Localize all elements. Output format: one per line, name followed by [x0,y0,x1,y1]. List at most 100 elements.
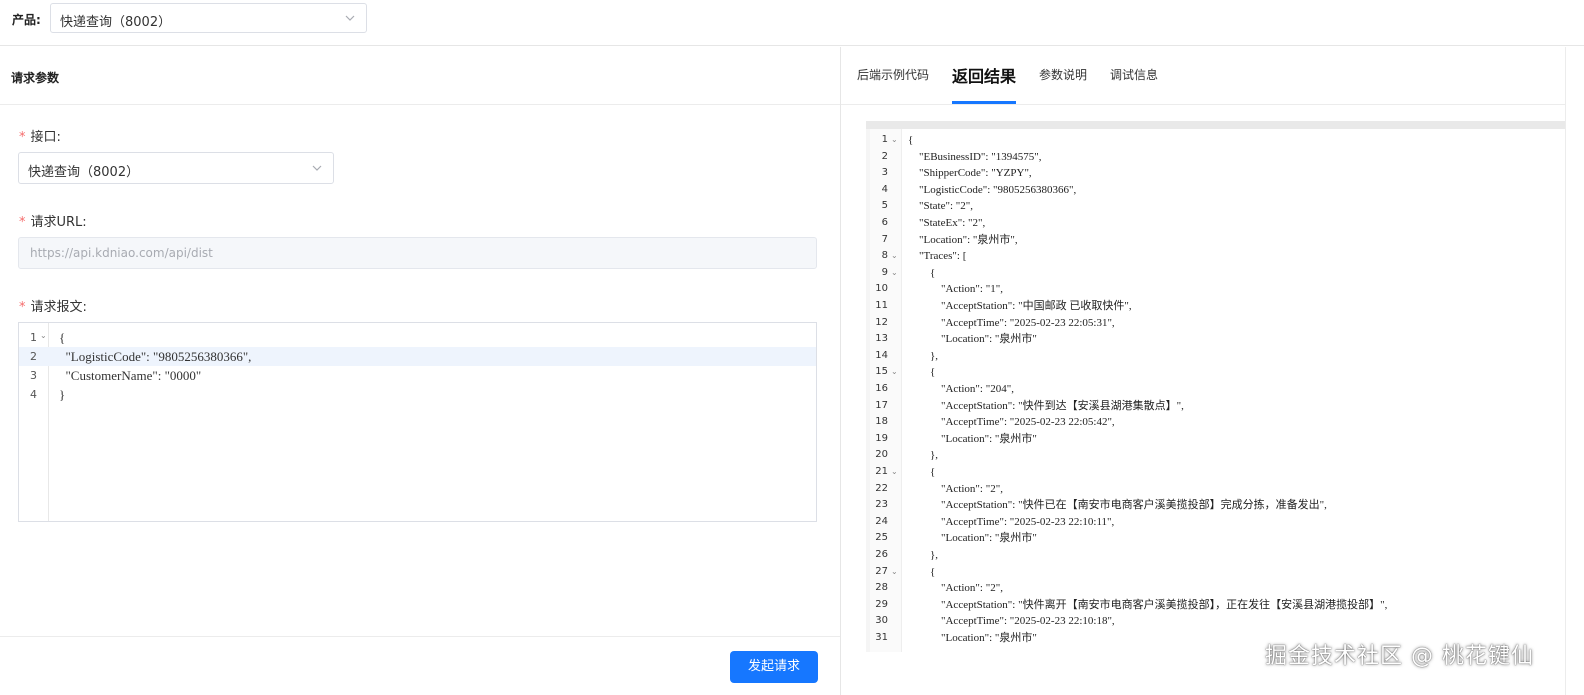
code-text: "Location": "泉州市" [908,532,1037,545]
product-select-value: 快递查询（8002） [60,15,172,30]
required-star: * [19,130,26,145]
required-star: * [19,300,26,315]
code-line: 2 "EBusinessID": "1394575", [870,149,1565,166]
line-number: 4 [881,183,888,195]
tab-parameter-description[interactable]: 参数说明 [1039,66,1087,83]
code-text: "AcceptTime": "2025-02-23 22:10:11", [908,515,1115,528]
fold-toggle-icon[interactable]: ⌄ [891,364,898,381]
code-text: }, [908,349,939,362]
line-number: 15 [875,366,888,378]
code-line: 19 "Location": "泉州市" [870,431,1565,448]
code-text: } [59,387,66,402]
code-line: 28 "Action": "2", [870,580,1565,597]
line-number: 10 [875,283,888,295]
code-line: 7 "Location": "泉州市", [870,232,1565,249]
body-field-label: * 请求报文: [19,300,87,315]
code-text: "AcceptTime": "2025-02-23 22:05:31", [908,316,1115,329]
result-json-viewer[interactable]: 1 ⌄{2 "EBusinessID": "1394575", 3 "Shipper… [870,129,1565,652]
code-text: { [908,134,914,146]
fold-toggle-icon[interactable]: ⌄ [891,248,898,265]
code-text: "Action": "204", [908,383,1014,395]
code-text: "ShipperCode": "YZPY", [908,167,1032,180]
line-number: 31 [875,632,888,643]
fold-toggle-icon[interactable]: ⌄ [891,265,898,282]
tab-return-result[interactable]: 返回结果 [952,63,1016,87]
line-number: 7 [881,233,888,245]
code-line: 29 "AcceptStation": "快件离开【南安市电商客户溪美揽投部】，… [870,597,1565,614]
code-text: "AcceptStation": "中国邮政 已收取快件", [908,300,1132,312]
request-body-editor[interactable]: 1 ⌄{2 "LogisticCode": "9805256380366", 3 "… [18,322,817,522]
line-number: 3 [881,167,888,179]
tab-backend-sample-code[interactable]: 后端示例代码 [857,66,929,83]
line-number: 30 [875,615,888,627]
line-number: 28 [875,582,888,594]
code-line: 4 "LogisticCode": "9805256380366", [870,182,1565,199]
interface-field-label: * 接口: [19,130,61,145]
fold-toggle-icon[interactable]: ⌄ [891,464,898,481]
line-number: 16 [875,383,888,394]
code-text: "AcceptStation": "快件到达【安溪县湖港集散点】", [908,399,1184,412]
code-line: 17 "AcceptStation": "快件到达【安溪县湖港集散点】", [870,398,1565,415]
line-number: 8 [881,250,888,262]
code-text: "AcceptTime": "2025-02-23 22:05:42", [908,416,1115,429]
code-text: "StateEx": "2", [908,217,986,229]
line-number: 6 [881,217,888,228]
line-number: 27 [875,565,888,577]
code-line: 21 ⌄ { [870,464,1565,481]
line-number: 13 [875,333,888,345]
line-number: 20 [875,449,888,461]
fold-toggle-icon[interactable]: ⌄ [40,332,47,340]
code-line: 20 }, [870,447,1565,464]
required-star: * [19,215,26,230]
panel-divider [840,47,841,695]
code-line: 18 "AcceptTime": "2025-02-23 22:05:42", [870,414,1565,431]
code-text: "LogisticCode": "9805256380366", [908,183,1077,196]
interface-select[interactable]: 快递查询（8002） [18,152,334,184]
code-text: { [908,266,936,279]
code-text: "State": "2", [908,200,974,213]
watermark: 掘金技术社区 @ 桃花键仙 [1265,644,1534,669]
panel-title-divider [0,104,840,105]
code-text: "CustomerName": "0000" [59,368,202,383]
code-text: { [59,330,66,345]
code-line: 2 "LogisticCode": "9805256380366", [19,347,816,366]
code-text: "EBusinessID": "1394575", [908,150,1042,163]
code-line: 27 ⌄ { [870,564,1565,581]
line-number: 25 [875,532,888,544]
line-number: 2 [30,350,37,363]
product-bar: 产品: 快递查询（8002） [0,0,1584,46]
line-number: 14 [875,349,888,361]
code-line: 30 "AcceptTime": "2025-02-23 22:10:18", [870,613,1565,630]
fold-toggle-icon[interactable]: ⌄ [891,132,898,149]
code-line: 26 }, [870,547,1565,564]
line-number: 4 [30,388,37,401]
code-line: 9 ⌄ { [870,265,1565,282]
chevron-down-icon [345,15,355,21]
line-number: 2 [881,150,888,162]
code-line: 5 "State": "2", [870,198,1565,215]
code-line: 22 "Action": "2", [870,481,1565,498]
code-line: 15 ⌄ { [870,364,1565,381]
fold-toggle-icon[interactable]: ⌄ [891,564,898,581]
line-number: 19 [875,432,888,444]
code-line: 12 "AcceptTime": "2025-02-23 22:05:31", [870,315,1565,332]
code-text: }, [908,449,939,462]
panel-title: 请求参数 [11,71,60,85]
line-number: 11 [875,300,888,311]
line-number: 21 [875,466,888,477]
line-number: 18 [875,416,888,428]
code-text: "Location": "泉州市" [908,632,1037,644]
product-select[interactable]: 快递查询（8002） [50,3,367,33]
submit-request-button[interactable]: 发起请求 [730,651,818,683]
line-number: 9 [881,266,888,278]
code-text: "AcceptStation": "快件已在【南安市电商客户溪美揽投部】完成分拣… [908,499,1327,512]
panel-scrollbar[interactable] [1565,47,1584,695]
code-text: "AcceptStation": "快件离开【南安市电商客户溪美揽投部】，正在发… [908,598,1388,611]
request-url-input[interactable]: https://api.kdniao.com/api/dist [18,237,817,269]
line-number: 1 [30,331,37,344]
code-line: 16 "Action": "204", [870,381,1565,398]
code-text: { [908,466,936,478]
code-text: "Traces": [ [908,250,967,263]
tab-debug-info[interactable]: 调试信息 [1110,66,1158,83]
request-url-placeholder: https://api.kdniao.com/api/dist [30,246,213,260]
